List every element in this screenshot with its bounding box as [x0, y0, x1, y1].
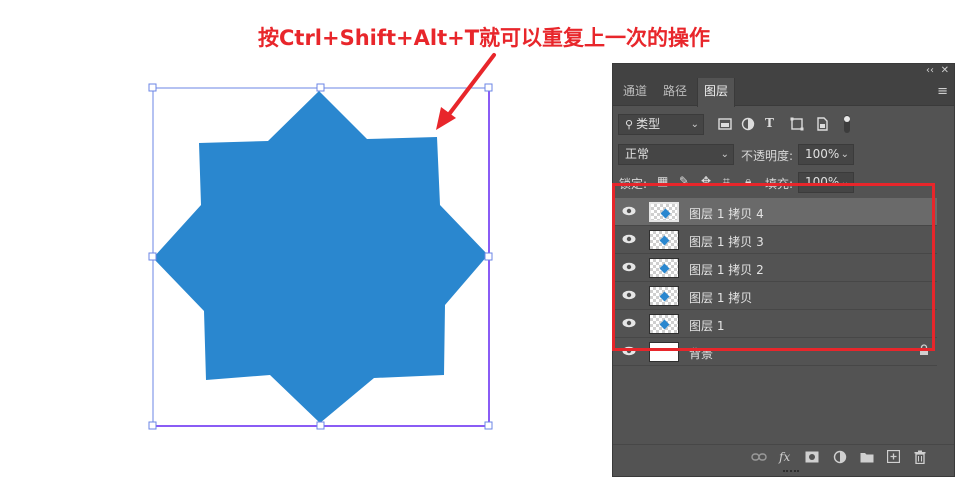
opacity-value: 100%: [805, 147, 840, 161]
eye-icon[interactable]: [622, 234, 636, 244]
opacity-label: 不透明度:: [741, 149, 794, 163]
layer-thumbnail: [649, 230, 679, 250]
chevron-down-icon: ⌄: [840, 177, 849, 188]
layer-row[interactable]: 图层 1: [613, 310, 937, 338]
lock-all-icon[interactable]: 🔒︎: [745, 174, 751, 188]
new-layer-icon[interactable]: [887, 450, 900, 463]
handle-bottom-left[interactable]: [148, 421, 157, 430]
panel-tabs: 通道 路径 图层 ≡: [613, 78, 954, 107]
pixel-filter-icon[interactable]: [718, 117, 732, 131]
eye-icon[interactable]: [622, 346, 636, 356]
filter-toggle-switch[interactable]: [842, 114, 852, 134]
eye-icon[interactable]: [622, 290, 636, 300]
adjustment-layer-icon[interactable]: [833, 450, 847, 464]
layer-thumbnail: [649, 342, 679, 362]
layer-name[interactable]: 图层 1 拷贝 3: [689, 233, 764, 250]
layers-bottom-toolbar: fx: [613, 444, 954, 468]
layer-name[interactable]: 图层 1 拷贝: [689, 289, 752, 306]
layer-row[interactable]: 图层 1 拷贝 3: [613, 226, 937, 254]
star-shape[interactable]: [153, 91, 488, 423]
layer-row[interactable]: 图层 1 拷贝 2: [613, 254, 937, 282]
panel-menu-icon[interactable]: ≡: [937, 84, 948, 99]
opacity-field[interactable]: 100% ⌄: [798, 144, 854, 165]
type-filter-icon[interactable]: T: [765, 116, 774, 130]
eye-icon[interactable]: [622, 318, 636, 328]
collapse-icon[interactable]: ‹‹: [926, 64, 934, 78]
layer-name[interactable]: 图层 1: [689, 317, 724, 334]
blend-mode-dropdown[interactable]: 正常 ⌄: [618, 144, 734, 165]
search-icon: ⚲: [625, 118, 634, 131]
chevron-down-icon: ⌄: [690, 119, 699, 130]
handle-middle-left[interactable]: [148, 252, 157, 261]
layer-thumbnail: [649, 202, 679, 222]
layer-thumbnail: [649, 314, 679, 334]
fx-icon[interactable]: fx: [779, 450, 790, 464]
chevron-down-icon: ⌄: [720, 149, 729, 160]
layer-name[interactable]: 图层 1 拷贝 4: [689, 205, 764, 222]
handle-bottom-right[interactable]: [484, 421, 493, 430]
close-icon[interactable]: ✕: [941, 64, 949, 78]
layer-row[interactable]: 图层 1 拷贝 4: [613, 198, 937, 226]
panel-title-bar: ‹‹ ✕: [613, 64, 954, 78]
handle-top-right[interactable]: [484, 83, 493, 92]
eye-icon[interactable]: [622, 262, 636, 272]
smart-object-filter-icon[interactable]: [815, 117, 829, 131]
layer-row-background[interactable]: 背景: [613, 338, 937, 366]
layer-filter-dropdown[interactable]: ⚲ 类型 ⌄: [618, 114, 704, 135]
folder-icon[interactable]: [860, 451, 874, 463]
layer-thumbnail: [649, 258, 679, 278]
lock-transparent-pixels-icon[interactable]: ▦: [657, 174, 668, 188]
tab-channels[interactable]: 通道: [617, 78, 653, 106]
handle-middle-right[interactable]: [484, 252, 493, 261]
layer-row[interactable]: 图层 1 拷贝: [613, 282, 937, 310]
lock-icon: [920, 344, 928, 355]
lock-position-icon[interactable]: ✥: [701, 174, 711, 188]
fill-field[interactable]: 100% ⌄: [798, 172, 854, 193]
tab-paths[interactable]: 路径: [657, 78, 693, 106]
link-layers-icon[interactable]: [751, 452, 767, 462]
handle-top-left[interactable]: [148, 83, 157, 92]
handle-bottom-center[interactable]: [316, 421, 325, 430]
add-mask-icon[interactable]: [805, 451, 819, 463]
blend-mode-value: 正常: [625, 147, 650, 161]
lock-artboard-icon[interactable]: ⌗: [723, 174, 730, 188]
chevron-down-icon: ⌄: [840, 149, 849, 160]
fill-value: 100%: [805, 175, 840, 189]
handle-top-center[interactable]: [316, 83, 325, 92]
tab-layers[interactable]: 图层: [697, 78, 736, 107]
layer-thumbnail: [649, 286, 679, 306]
trash-icon[interactable]: [914, 450, 926, 464]
annotation-caption: 按Ctrl+Shift+Alt+T就可以重复上一次的操作: [258, 26, 711, 50]
fill-label: 填充:: [765, 177, 794, 191]
adjustment-filter-icon[interactable]: [741, 117, 755, 131]
eye-icon[interactable]: [622, 206, 636, 216]
layer-name[interactable]: 背景: [689, 345, 713, 362]
filter-label: 类型: [636, 117, 661, 131]
shape-filter-icon[interactable]: [790, 117, 804, 131]
layer-name[interactable]: 图层 1 拷贝 2: [689, 261, 764, 278]
layers-panel: ‹‹ ✕ 通道 路径 图层 ≡ ⚲ 类型 ⌄ T 正常 ⌄ 不透明度: 100% …: [612, 63, 955, 477]
resize-grip[interactable]: [783, 470, 799, 474]
lock-image-pixels-icon[interactable]: ✎: [679, 174, 689, 188]
lock-label: 锁定:: [619, 177, 648, 191]
